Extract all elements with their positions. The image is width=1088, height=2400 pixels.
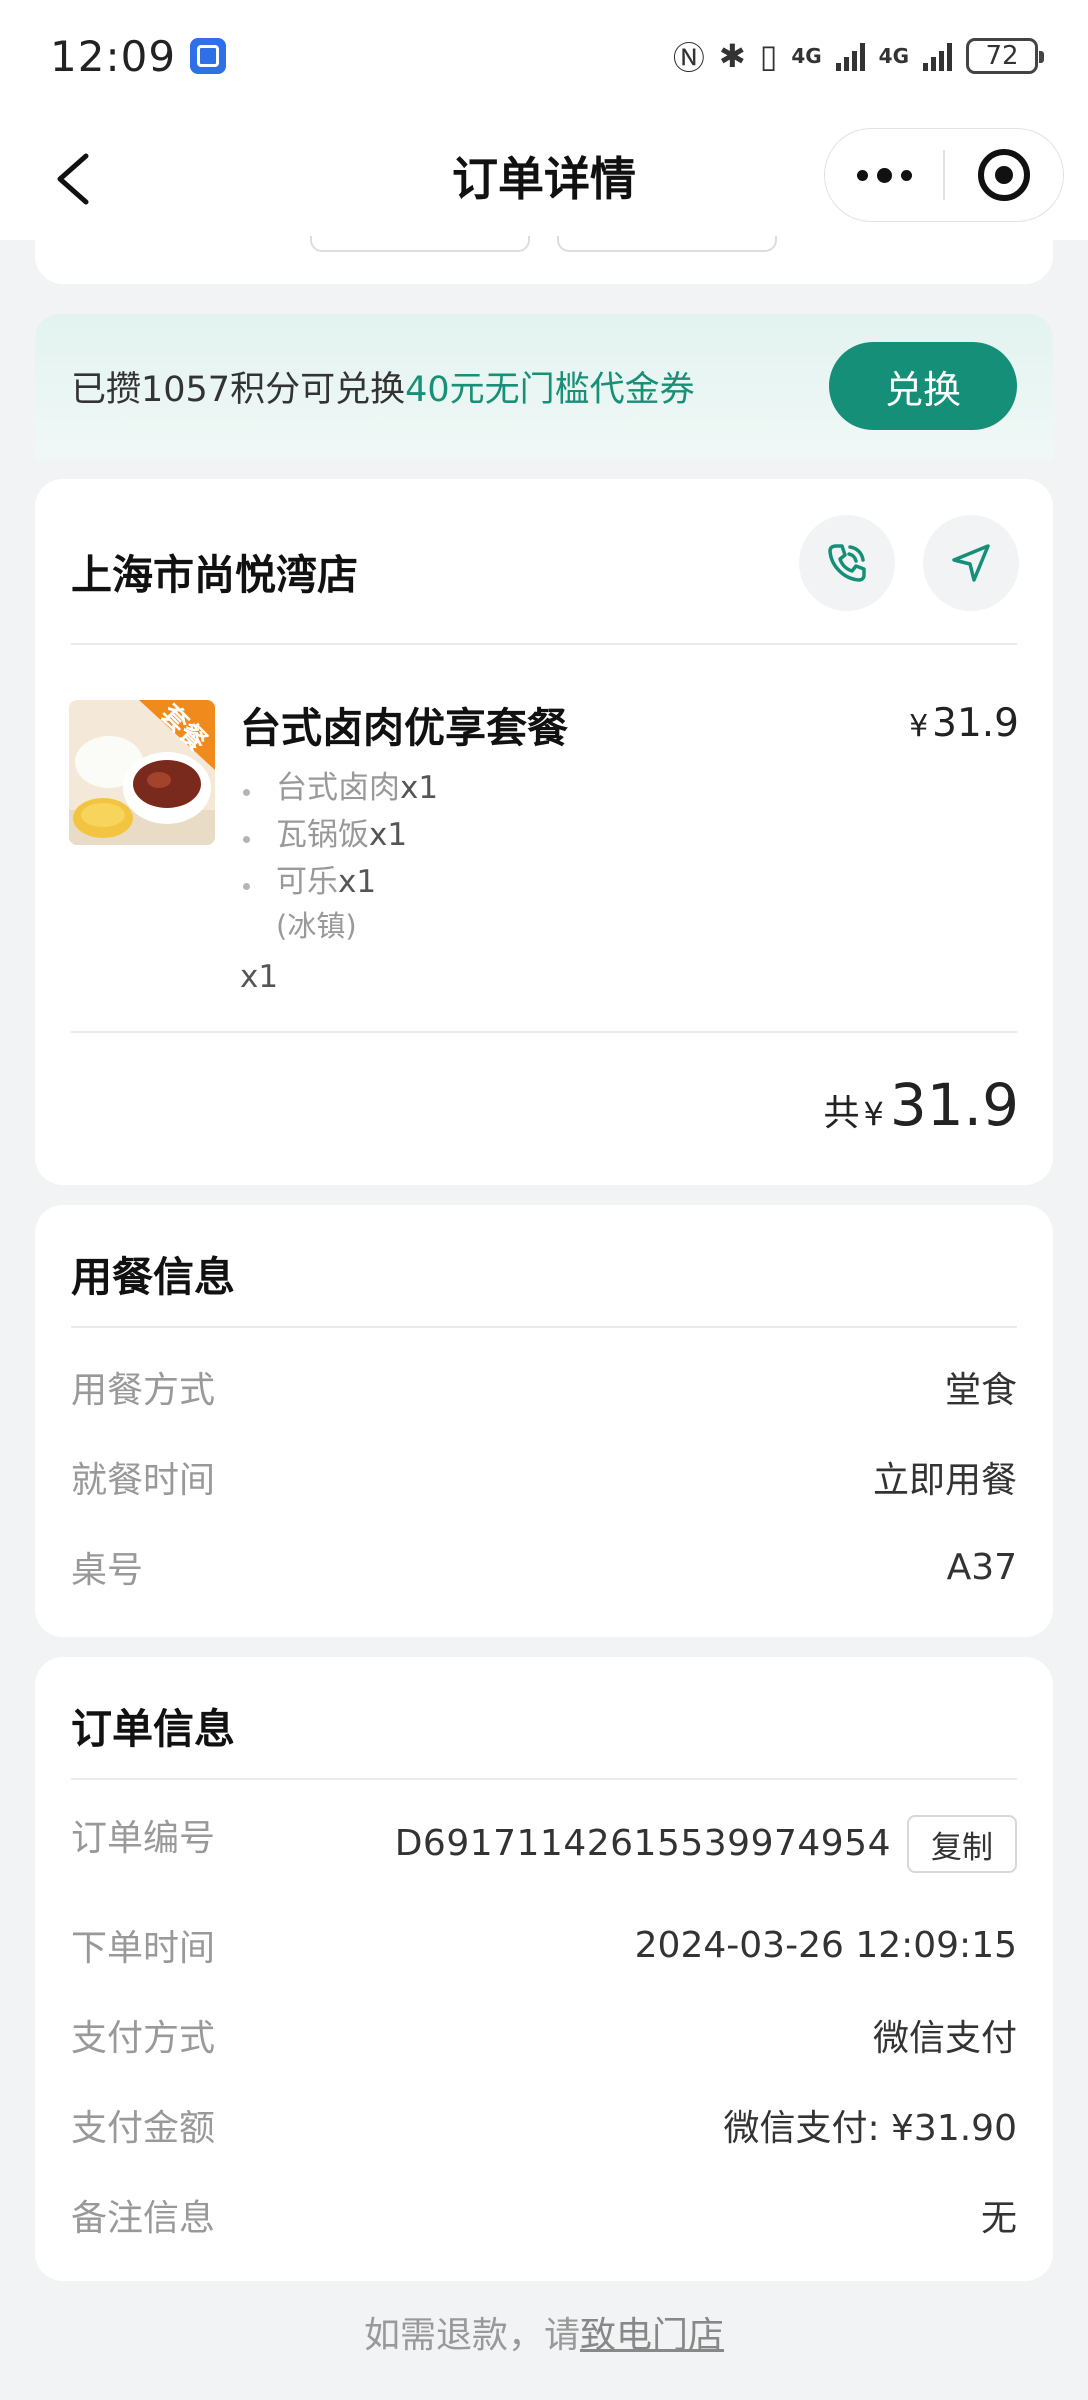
network-type-label: 4G xyxy=(791,44,822,68)
refund-note-prefix: 如需退款，请 xyxy=(363,2315,580,2356)
product-image: 套餐 xyxy=(69,700,215,845)
item-note: (冰镇) xyxy=(276,909,357,943)
product-name: 台式卤肉优享套餐 xyxy=(240,704,568,752)
info-label: 支付方式 xyxy=(71,2018,216,2059)
dining-info-card: 用餐信息 用餐方式 堂食 就餐时间 立即用餐 桌号 A37 xyxy=(35,1205,1053,1637)
points-text: 已攒1057积分可兑换40元无门槛代金券 xyxy=(71,361,695,412)
battery-level: 72 xyxy=(985,41,1019,71)
total-label: 共 xyxy=(823,1093,860,1134)
item-qty: x1 xyxy=(400,770,439,806)
bluetooth-icon: ✱ xyxy=(718,37,746,75)
miniprogram-capsule xyxy=(824,128,1064,222)
info-row: 就餐时间 立即用餐 xyxy=(71,1447,1017,1507)
info-row: 支付方式 微信支付 xyxy=(71,2005,1017,2065)
order-number-row: 订单编号 D6917114261553997495​4 复制 xyxy=(71,1809,1017,1879)
more-dot-icon xyxy=(900,169,912,181)
total-value: 31.9 xyxy=(889,1071,1019,1139)
status-time: 12:09 xyxy=(50,31,177,81)
coupon-highlight: 40元无门槛代金券 xyxy=(405,370,695,410)
call-store-button[interactable] xyxy=(799,515,895,611)
info-label: 就餐时间 xyxy=(71,1460,216,1501)
status-indicators: Ⓝ ✱ ▯ 4G 4G 72 xyxy=(672,33,1044,79)
item-qty: x1 xyxy=(369,817,408,853)
back-arrow-icon[interactable] xyxy=(50,152,96,206)
close-miniprogram-button[interactable] xyxy=(945,129,1063,221)
order-number: D6917114261553997495​4 xyxy=(394,1823,891,1864)
info-label: 备注信息 xyxy=(71,2198,216,2239)
price-currency: ¥ xyxy=(909,709,929,744)
set-meal-item: 台式卤肉x1 xyxy=(240,765,438,812)
signal-icon xyxy=(835,41,865,71)
info-value: A37 xyxy=(946,1546,1017,1588)
info-label: 订单编号 xyxy=(71,1818,216,1859)
store-order-card: 上海市尚悦湾店 套餐 台式卤肉优享套餐 ¥31.9 台式卤肉x1 瓦锅饭x1 可… xyxy=(35,479,1053,1185)
nfc-icon: Ⓝ xyxy=(672,39,705,77)
more-dot-icon xyxy=(856,169,868,181)
navigation-bar: 订单详情 xyxy=(0,112,1088,240)
phone-icon xyxy=(828,544,866,582)
network-type-label-2: 4G xyxy=(878,44,909,68)
copy-order-number-button[interactable]: 复制 xyxy=(907,1815,1017,1873)
section-title: 订单信息 xyxy=(71,1705,235,1753)
points-text-prefix: 已攒1057积分可兑换 xyxy=(71,370,406,410)
signal-icon-2 xyxy=(923,41,952,71)
navigate-store-button[interactable] xyxy=(923,515,1019,611)
divider xyxy=(71,1031,1017,1033)
battery-icon: 72 xyxy=(966,38,1044,74)
call-store-link[interactable]: 致电门店 xyxy=(580,2315,724,2356)
product-price: ¥31.9 xyxy=(909,701,1019,746)
item-name: 瓦锅饭 xyxy=(276,817,369,853)
info-value: 立即用餐 xyxy=(872,1460,1017,1501)
action-button-edge[interactable] xyxy=(557,236,777,252)
info-row: 下单时间 2024-03-26 12:09:15 xyxy=(71,1915,1017,1975)
status-bar: 12:09 Ⓝ ✱ ▯ 4G 4G 72 xyxy=(0,0,1088,112)
exchange-button[interactable]: 兑换 xyxy=(829,342,1017,430)
set-meal-item: 可乐x1 xyxy=(240,859,438,906)
info-value: 微信支付 xyxy=(872,2018,1017,2059)
more-menu-button[interactable] xyxy=(825,129,943,221)
info-value: 2024-03-26 12:09:15 xyxy=(634,1924,1017,1966)
navigation-arrow-icon xyxy=(952,544,990,582)
app-notification-icon xyxy=(190,38,227,74)
info-label: 下单时间 xyxy=(71,1928,216,1969)
info-row: 备注信息 无 xyxy=(71,2185,1017,2245)
info-label: 桌号 xyxy=(71,1550,144,1591)
price-value: 31.9 xyxy=(932,701,1019,746)
info-row: 用餐方式 堂食 xyxy=(71,1357,1017,1417)
info-row: 支付金额 微信支付: ¥31.90 xyxy=(71,2095,1017,2155)
order-info-card: 订单信息 订单编号 D6917114261553997495​4 复制 下单时间… xyxy=(35,1657,1053,2281)
target-close-icon xyxy=(978,149,1030,201)
points-exchange-banner: 已攒1057积分可兑换40元无门槛代金券 兑换 xyxy=(35,314,1053,459)
info-label: 用餐方式 xyxy=(71,1370,216,1411)
info-value: 堂食 xyxy=(944,1370,1017,1411)
divider xyxy=(71,1778,1017,1780)
item-name: 台式卤肉 xyxy=(276,770,400,806)
info-label: 支付金额 xyxy=(71,2108,216,2149)
divider xyxy=(71,643,1017,645)
vibrate-icon: ▯ xyxy=(759,37,778,75)
section-title: 用餐信息 xyxy=(71,1253,235,1301)
item-name: 可乐 xyxy=(276,864,338,900)
info-row: 桌号 A37 xyxy=(71,1537,1017,1597)
page-title: 订单详情 xyxy=(452,152,636,206)
info-value: 无 xyxy=(980,2198,1017,2239)
product-quantity: x1 xyxy=(240,959,279,995)
set-meal-items: 台式卤肉x1 瓦锅饭x1 可乐x1 (冰镇) xyxy=(240,765,438,950)
set-meal-item: 瓦锅饭x1 xyxy=(240,812,438,859)
total-currency: ¥ xyxy=(863,1095,884,1133)
previous-card-bottom xyxy=(35,236,1053,284)
item-qty: x1 xyxy=(338,864,377,900)
order-total: 共 ¥ 31.9 xyxy=(823,1071,1019,1139)
action-button-edge[interactable] xyxy=(310,236,530,252)
refund-note: 如需退款，请致电门店 xyxy=(0,2306,1088,2358)
more-dot-icon xyxy=(876,167,892,183)
info-value: 微信支付: ¥31.90 xyxy=(723,2108,1017,2149)
store-name: 上海市尚悦湾店 xyxy=(71,551,358,599)
divider xyxy=(71,1326,1017,1328)
